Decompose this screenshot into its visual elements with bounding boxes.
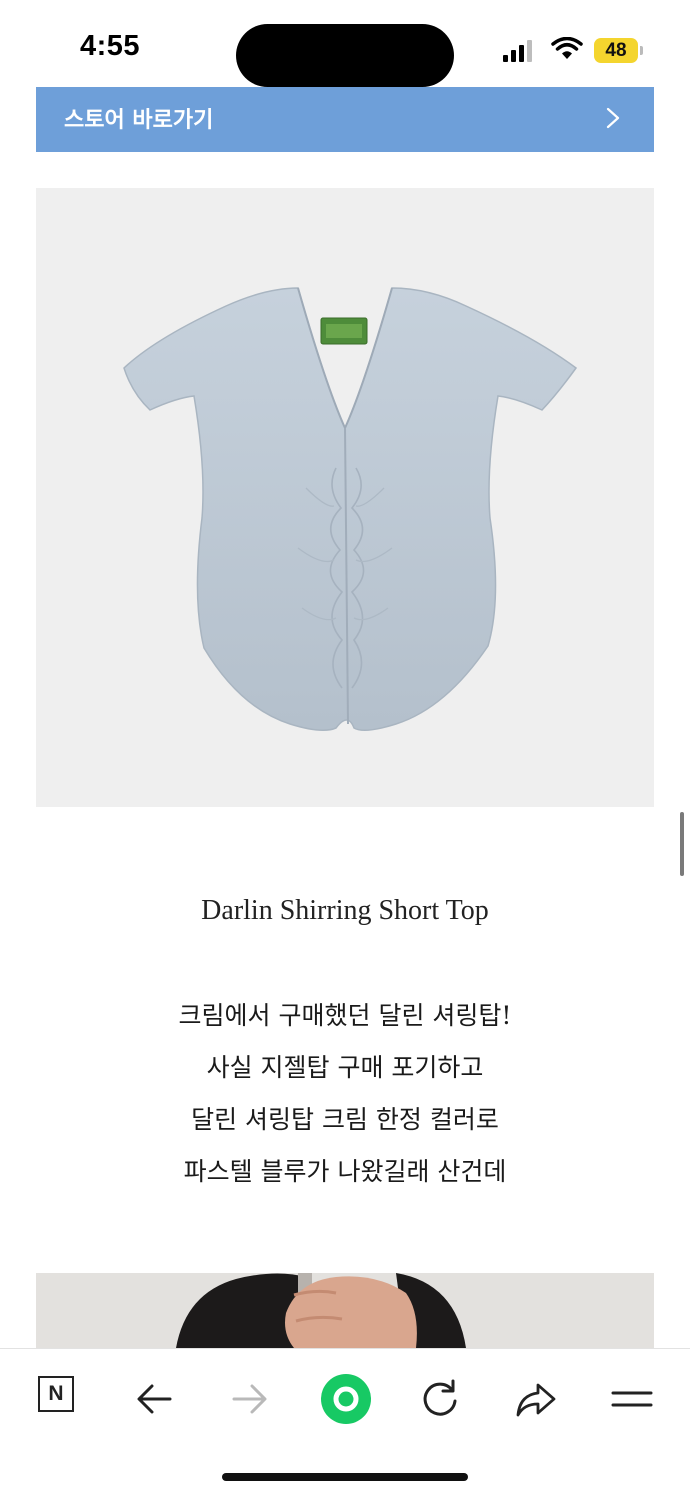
product-name: Darlin Shirring Short Top <box>201 895 489 926</box>
cellular-signal-icon <box>503 40 532 62</box>
home-indicator[interactable] <box>222 1473 468 1481</box>
mirror-selfie-photo <box>36 1273 654 1348</box>
product-description: 크림에서 구매했던 달린 셔링탑! 사실 지젤탑 구매 포기하고 달린 셔링탑 … <box>0 990 690 1198</box>
battery-level: 48 <box>594 38 638 63</box>
share-icon[interactable] <box>508 1373 564 1425</box>
store-link-label: 스토어 바로가기 <box>64 108 214 133</box>
store-link-banner[interactable]: 스토어 바로가기 <box>36 87 654 152</box>
dynamic-island <box>236 24 454 87</box>
selfie-photo-illustration <box>36 1273 654 1348</box>
page: 4:55 48 스토어 바로가기 Darlin Shirring Short T… <box>0 0 690 1500</box>
status-bar: 4:55 48 <box>0 0 690 87</box>
green-dot-icon[interactable] <box>316 1369 376 1429</box>
product-image <box>36 188 654 807</box>
back-arrow-icon[interactable] <box>126 1373 182 1425</box>
wifi-icon <box>551 37 583 59</box>
scroll-indicator[interactable] <box>680 812 684 876</box>
naver-n-icon[interactable]: N <box>38 1376 74 1412</box>
forward-arrow-icon[interactable] <box>222 1373 278 1425</box>
description-line: 사실 지젤탑 구매 포기하고 <box>206 1053 484 1082</box>
description-line: 크림에서 구매했던 달린 셔링탑! <box>178 1001 512 1030</box>
description-line: 달린 셔링탑 크림 한정 컬러로 <box>191 1105 499 1134</box>
chevron-right-icon <box>606 107 620 129</box>
reload-icon[interactable] <box>412 1373 468 1425</box>
description-line: 파스텔 블루가 나왔길래 산건데 <box>183 1157 507 1186</box>
browser-toolbar: N <box>0 1348 690 1500</box>
menu-icon[interactable] <box>604 1373 660 1425</box>
status-time: 4:55 <box>80 30 141 62</box>
battery-tip <box>640 46 643 55</box>
shirring-top-illustration <box>123 287 578 731</box>
